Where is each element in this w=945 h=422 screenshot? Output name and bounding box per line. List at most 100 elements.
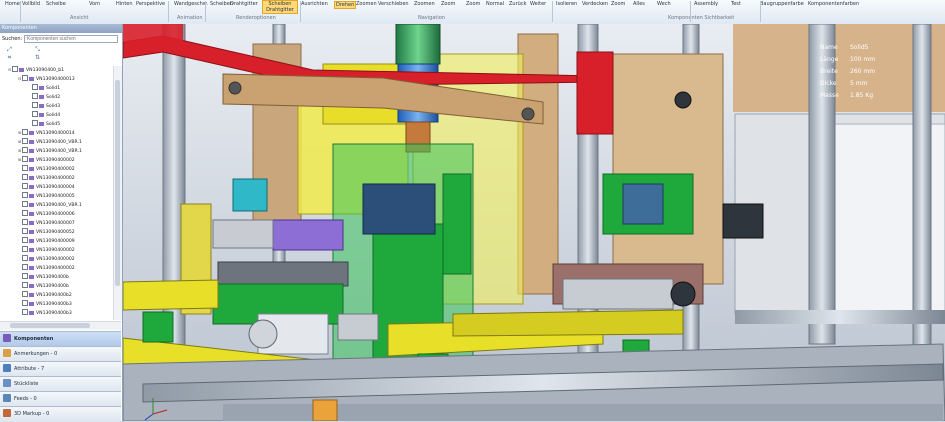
tree-item[interactable]: VN13090400052 [18, 228, 75, 235]
tree-item[interactable]: VN13090400002 [18, 246, 75, 253]
ribbon-button[interactable]: Verdecken [582, 1, 608, 7]
ribbon-button[interactable]: Komponentenfarben [808, 1, 859, 7]
ribbon-button[interactable]: Wech [657, 1, 671, 7]
tree-item[interactable]: ⊟ VN13090400_b1 [8, 66, 64, 73]
tree-item[interactable]: VN13090400_VBR.1 [18, 201, 82, 208]
tree-item[interactable]: VN13090400006 [18, 210, 75, 217]
nav-tab[interactable]: Stückliste [0, 376, 121, 392]
tree-item[interactable]: VN13090400b [18, 273, 69, 280]
tree-item[interactable]: VN13090400002 [18, 174, 75, 181]
visibility-checkbox[interactable] [22, 183, 28, 189]
visibility-checkbox[interactable] [22, 309, 28, 315]
tree-item[interactable]: Solid2 [28, 93, 60, 100]
ribbon-button[interactable]: Zurück [509, 1, 526, 7]
ribbon-button[interactable]: Vollbild [22, 1, 40, 7]
ribbon-button[interactable]: Isolieren [556, 1, 577, 7]
3d-viewport[interactable]: Name Solid5 Länge 100 mm Breite 260 mm Dicke 5 … [123, 24, 945, 421]
tree-item[interactable]: Solid5 [28, 120, 60, 127]
tree-item[interactable]: VN13090400002 [18, 165, 75, 172]
tree-item[interactable]: ⊞ VN13090400_VBR.1 [18, 138, 82, 145]
visibility-checkbox[interactable] [22, 228, 28, 234]
nav-tab[interactable]: Attribute - 7 [0, 361, 121, 377]
tree-vertical-scrollbar[interactable] [113, 66, 122, 320]
visibility-checkbox[interactable] [22, 237, 28, 243]
tree-item[interactable]: VN13090400004 [18, 183, 75, 190]
visibility-checkbox[interactable] [22, 273, 28, 279]
visibility-checkbox[interactable] [22, 75, 28, 81]
ribbon-button[interactable]: Weiter [530, 1, 546, 7]
ribbon-button[interactable]: Ausrichten [301, 1, 328, 7]
ribbon-button[interactable]: Drehen [334, 1, 357, 9]
tree-item[interactable]: VN13090400005 [18, 192, 75, 199]
visibility-checkbox[interactable] [32, 111, 38, 117]
ribbon-button[interactable]: Zoom [611, 1, 625, 7]
tree-item[interactable]: Solid1 [28, 84, 60, 91]
nav-tab[interactable]: 3D Markup - 0 [0, 406, 121, 422]
ribbon-button[interactable]: Zoom [441, 1, 455, 7]
tree-item[interactable]: VN13090400009 [18, 237, 75, 244]
visibility-checkbox[interactable] [22, 291, 28, 297]
ribbon-button[interactable]: Normal [486, 1, 504, 7]
visibility-checkbox[interactable] [22, 282, 28, 288]
scrollbar-thumb[interactable] [115, 80, 120, 286]
nav-tab[interactable]: Anmerkungen - 0 [0, 346, 121, 362]
visibility-checkbox[interactable] [22, 129, 28, 135]
wireframe-toggle-button[interactable]: Scheiben Drahtgitter [262, 0, 298, 14]
ribbon-button[interactable]: Zoomen [414, 1, 435, 7]
tree-item[interactable]: ⊞ VN13090400014 [18, 129, 75, 136]
tree-item[interactable]: Solid3 [28, 102, 60, 109]
ribbon-button[interactable]: Perspektive [136, 1, 165, 7]
visibility-checkbox[interactable] [22, 264, 28, 270]
visibility-checkbox[interactable] [22, 192, 28, 198]
ribbon-button[interactable]: Home [5, 1, 20, 7]
ribbon-button[interactable]: Zoomen [356, 1, 377, 7]
tree-item[interactable]: VN13090400007 [18, 219, 75, 226]
tree-item[interactable]: VN13090400b [18, 282, 69, 289]
ribbon-button[interactable]: Zoom [466, 1, 480, 7]
visibility-checkbox[interactable] [22, 147, 28, 153]
visibility-checkbox[interactable] [32, 84, 38, 90]
tree-item[interactable]: VN13090400002 [18, 255, 75, 262]
ribbon-button[interactable]: Hinten [116, 1, 133, 7]
visibility-checkbox[interactable] [32, 93, 38, 99]
visibility-checkbox[interactable] [12, 66, 18, 72]
visibility-checkbox[interactable] [22, 156, 28, 162]
visibility-checkbox[interactable] [32, 120, 38, 126]
collapse-all-icon[interactable]: ⤡ [34, 46, 41, 53]
ribbon-button[interactable]: Vorn [89, 1, 100, 7]
tree-item[interactable]: VN13090400b2 [18, 291, 72, 298]
ribbon-button[interactable]: Verschieben [378, 1, 409, 7]
visibility-checkbox[interactable] [22, 165, 28, 171]
visibility-checkbox[interactable] [22, 246, 28, 252]
ribbon-button[interactable]: Scheibe [46, 1, 66, 7]
tree-item[interactable]: VN13090400b3 [18, 300, 72, 307]
ribbon-button[interactable]: Wandgeschw. [174, 1, 208, 7]
visibility-checkbox[interactable] [22, 138, 28, 144]
scrollbar-thumb[interactable] [10, 323, 90, 328]
ribbon-button[interactable]: Baugruppenfarbe [760, 1, 804, 7]
expand-all-icon[interactable]: ⤢ [6, 46, 13, 53]
visibility-checkbox[interactable] [22, 174, 28, 180]
tree-item[interactable]: ⊞ VN13090400_VBR.1 [18, 147, 82, 154]
ribbon-button[interactable]: Assembly [694, 1, 718, 7]
tree-horizontal-scrollbar[interactable] [0, 321, 121, 330]
tree-item[interactable]: ⊟ VN13090400013 [18, 75, 75, 82]
tree-item[interactable]: ⊞ VN13090400002 [18, 156, 75, 163]
nav-tab[interactable]: Feeds - 0 [0, 391, 121, 407]
ribbon-button[interactable]: Alles [633, 1, 645, 7]
tree-item[interactable]: VN13090400b3 [18, 309, 72, 316]
ribbon-button[interactable]: Drahtgitter [230, 1, 258, 7]
visibility-checkbox[interactable] [22, 300, 28, 306]
visibility-checkbox[interactable] [22, 255, 28, 261]
visibility-checkbox[interactable] [22, 210, 28, 216]
ribbon-button[interactable]: Test [731, 1, 741, 7]
filter-icon[interactable]: ⌗ [6, 54, 13, 61]
tree-item[interactable]: VN13090400002 [18, 264, 75, 271]
visibility-checkbox[interactable] [22, 201, 28, 207]
search-input[interactable] [24, 35, 118, 43]
nav-tab[interactable]: Komponenten [0, 331, 121, 347]
visibility-checkbox[interactable] [32, 102, 38, 108]
visibility-checkbox[interactable] [22, 219, 28, 225]
sort-icon[interactable]: ⇅ [34, 54, 41, 61]
tree-item[interactable]: Solid4 [28, 111, 60, 118]
